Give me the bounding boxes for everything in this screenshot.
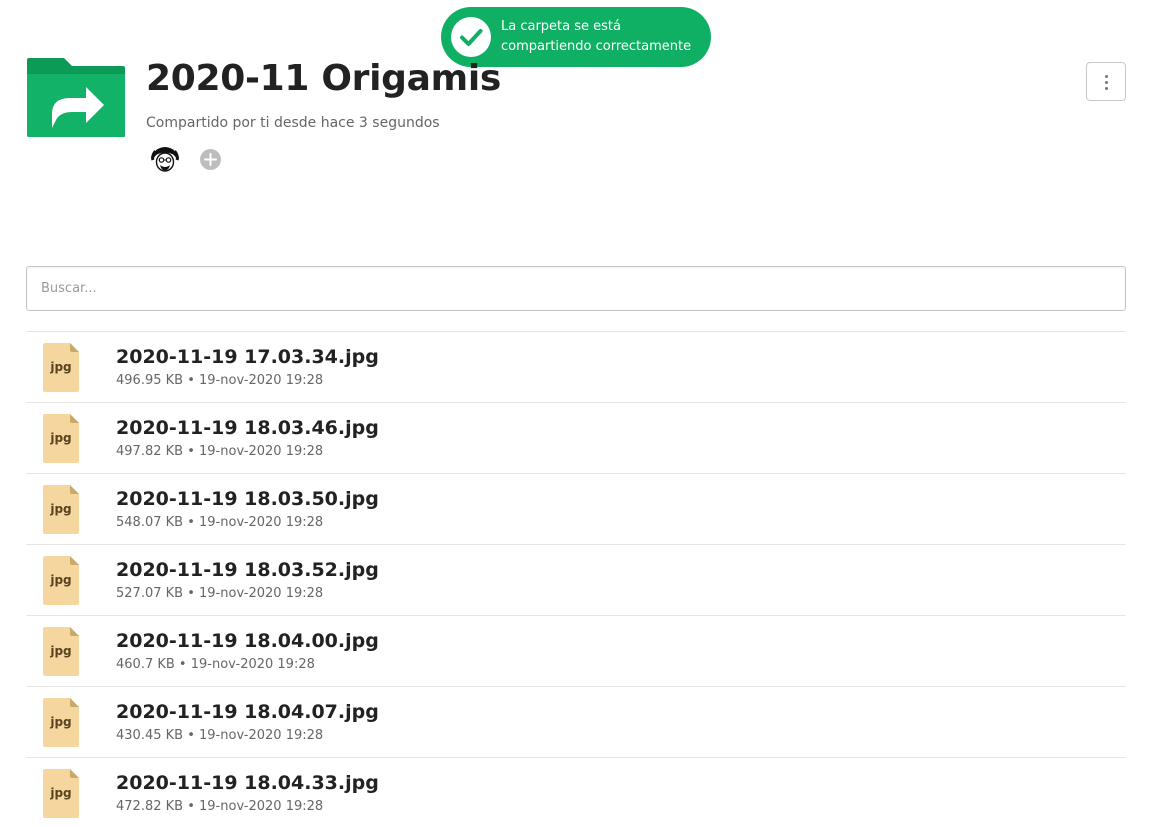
file-type-label: jpg [50,431,72,445]
file-type-label: jpg [50,715,72,729]
file-type-label: jpg [50,360,72,374]
file-date: 19-nov-2020 19:28 [199,586,324,601]
file-size: 430.45 KB [116,728,184,743]
file-meta: 496.95 KB • 19-nov-2020 19:28 [116,373,324,388]
page: La carpeta se está compartiendo correcta… [0,0,1159,827]
file-size: 497.82 KB [116,444,184,459]
file-row[interactable]: jpg 2020-11-19 18.03.52.jpg 527.07 KB • … [26,545,1126,616]
jpg-file-icon: jpg [43,556,79,605]
jpg-file-icon: jpg [43,769,79,818]
jpg-file-icon: jpg [43,414,79,463]
toast-message-line2: compartiendo correctamente [501,39,692,54]
file-size: 496.95 KB [116,373,184,388]
file-date: 19-nov-2020 19:28 [199,799,324,814]
file-meta: 472.82 KB • 19-nov-2020 19:28 [116,799,324,814]
jpg-file-icon: jpg [43,627,79,676]
jpg-file-icon: jpg [43,698,79,747]
file-meta: 497.82 KB • 19-nov-2020 19:28 [116,444,324,459]
file-name[interactable]: 2020-11-19 18.04.00.jpg [116,629,379,653]
file-type-label: jpg [50,502,72,516]
file-name[interactable]: 2020-11-19 17.03.34.jpg [116,345,379,369]
more-vertical-icon [1105,75,1108,93]
file-row[interactable]: jpg 2020-11-19 17.03.34.jpg 496.95 KB • … [26,332,1126,403]
add-share-button[interactable] [200,149,221,170]
file-meta: 430.45 KB • 19-nov-2020 19:28 [116,728,324,743]
file-date: 19-nov-2020 19:28 [190,657,315,672]
check-circle-icon [451,17,491,57]
file-row[interactable]: jpg 2020-11-19 18.03.50.jpg 548.07 KB • … [26,474,1126,545]
page-title: 2020-11 Origamis [146,58,502,99]
plus-circle-icon [204,153,217,166]
file-name[interactable]: 2020-11-19 18.03.46.jpg [116,416,379,440]
file-date: 19-nov-2020 19:28 [199,515,324,530]
file-row[interactable]: jpg 2020-11-19 18.04.00.jpg 460.7 KB • 1… [26,616,1126,687]
toast-message: La carpeta se está compartiendo correcta… [501,17,706,57]
file-name[interactable]: 2020-11-19 18.04.33.jpg [116,771,379,795]
share-status-text: Compartido por ti desde hace 3 segundos [146,115,440,131]
file-size: 527.07 KB [116,586,184,601]
jpg-file-icon: jpg [43,485,79,534]
file-name[interactable]: 2020-11-19 18.03.50.jpg [116,487,379,511]
file-date: 19-nov-2020 19:28 [199,444,324,459]
file-name[interactable]: 2020-11-19 18.03.52.jpg [116,558,379,582]
shared-folder-icon [26,56,126,138]
file-size: 460.7 KB [116,657,175,672]
file-row[interactable]: jpg 2020-11-19 18.03.46.jpg 497.82 KB • … [26,403,1126,474]
file-date: 19-nov-2020 19:28 [199,373,324,388]
file-date: 19-nov-2020 19:28 [199,728,324,743]
file-meta: 460.7 KB • 19-nov-2020 19:28 [116,657,315,672]
avatar[interactable] [151,145,179,173]
file-size: 548.07 KB [116,515,184,530]
file-type-label: jpg [50,644,72,658]
jpg-file-icon: jpg [43,343,79,392]
file-meta: 527.07 KB • 19-nov-2020 19:28 [116,586,324,601]
more-options-button[interactable] [1086,62,1126,101]
file-size: 472.82 KB [116,799,184,814]
file-name[interactable]: 2020-11-19 18.04.07.jpg [116,700,379,724]
file-type-label: jpg [50,786,72,800]
file-type-label: jpg [50,573,72,587]
file-row[interactable]: jpg 2020-11-19 18.04.33.jpg 472.82 KB • … [26,758,1126,827]
file-list: jpg 2020-11-19 17.03.34.jpg 496.95 KB • … [26,331,1126,827]
search-input[interactable] [26,266,1126,311]
toast-message-line1: La carpeta se está [501,19,621,34]
file-row[interactable]: jpg 2020-11-19 18.04.07.jpg 430.45 KB • … [26,687,1126,758]
file-meta: 548.07 KB • 19-nov-2020 19:28 [116,515,324,530]
